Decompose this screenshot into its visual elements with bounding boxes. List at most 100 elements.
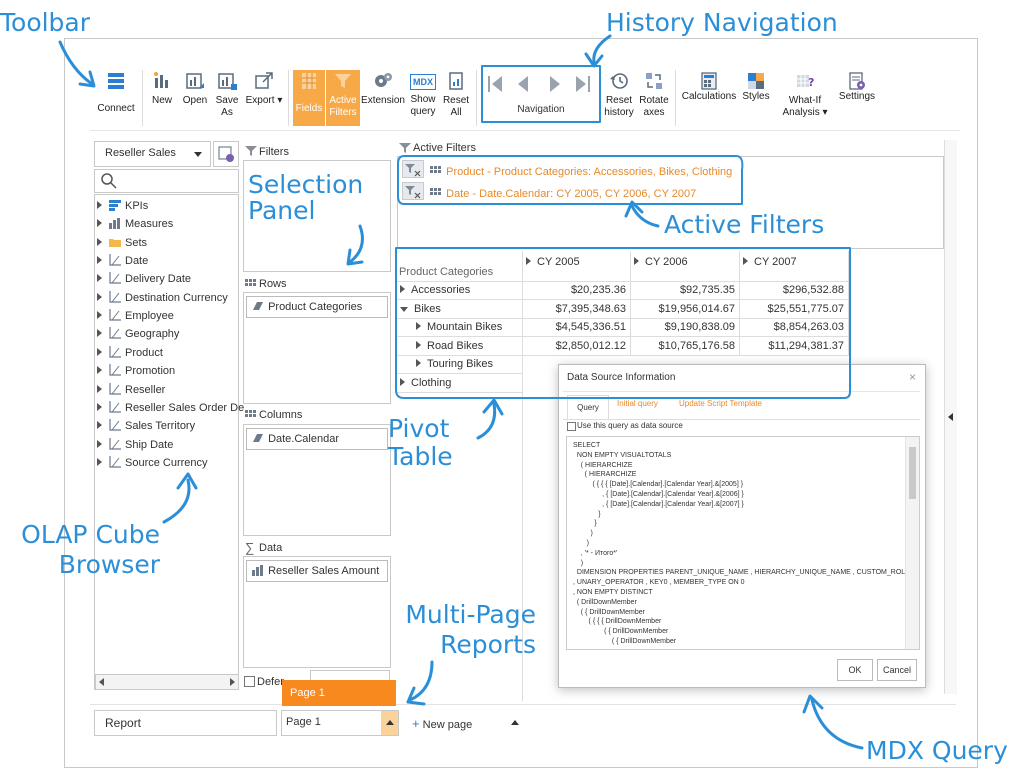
remove-filter-icon[interactable] bbox=[402, 160, 424, 178]
rotate-axes-button[interactable]: Rotate axes bbox=[637, 70, 671, 126]
expand-icon[interactable] bbox=[97, 457, 102, 466]
remove-filter-icon[interactable] bbox=[402, 182, 424, 200]
expand-icon[interactable] bbox=[400, 285, 405, 293]
pivot-row-label[interactable]: Clothing bbox=[400, 374, 451, 392]
back-icon[interactable] bbox=[518, 76, 528, 92]
close-icon[interactable]: × bbox=[909, 370, 916, 384]
active-filter-row-1[interactable]: Product - Product Categories: Accessorie… bbox=[402, 160, 732, 178]
pivot-row-label[interactable]: Accessories bbox=[400, 281, 470, 299]
cube-tree-item[interactable]: Delivery Date bbox=[97, 270, 191, 288]
side-panel-collapse[interactable] bbox=[944, 140, 957, 694]
expand-icon[interactable] bbox=[97, 237, 102, 246]
reset-all-button[interactable]: Reset All bbox=[441, 70, 471, 126]
open-button[interactable]: Open bbox=[180, 70, 210, 126]
expand-icon[interactable] bbox=[416, 340, 421, 349]
pivot-cell: $25,551,775.07 bbox=[767, 302, 844, 315]
cube-tree-item[interactable]: Product bbox=[97, 344, 163, 362]
pivot-column-header[interactable]: CY 2005 bbox=[526, 253, 580, 271]
code-scrollbar[interactable] bbox=[905, 437, 919, 649]
cube-tree-item[interactable]: Employee bbox=[97, 307, 174, 325]
pivot-row-label[interactable]: Bikes bbox=[400, 300, 441, 318]
expand-icon[interactable] bbox=[743, 257, 748, 265]
cube-tree-item[interactable]: Reseller bbox=[97, 381, 165, 399]
cube-tree-item[interactable]: Date bbox=[97, 252, 148, 270]
expand-icon[interactable] bbox=[97, 421, 102, 430]
active-filter-row-2[interactable]: Date - Date.Calendar: CY 2005, CY 2006, … bbox=[402, 182, 696, 200]
extension-button[interactable]: Extension bbox=[361, 70, 405, 126]
expand-icon[interactable] bbox=[97, 201, 102, 209]
what-if-icon: ? bbox=[797, 75, 814, 89]
mdx-query-textarea[interactable]: SELECT NON EMPTY VISUALTOTALS ( HIERARCH… bbox=[566, 436, 920, 650]
fields-button[interactable]: Fields bbox=[293, 70, 325, 126]
cube-select[interactable]: Reseller Sales bbox=[94, 141, 211, 167]
reset-history-button[interactable]: Reset history bbox=[602, 70, 636, 126]
pivot-row-label[interactable]: Mountain Bikes bbox=[416, 318, 502, 336]
grid-icon bbox=[430, 166, 442, 173]
expand-icon[interactable] bbox=[97, 292, 102, 301]
cube-tree-item[interactable]: Reseller Sales Order De bbox=[97, 399, 244, 417]
what-if-analysis-button[interactable]: ? What-If Analysis ▾ bbox=[776, 70, 834, 126]
first-icon[interactable] bbox=[488, 76, 502, 92]
expand-icon[interactable] bbox=[416, 359, 421, 367]
pivot-row-label[interactable]: Touring Bikes bbox=[416, 355, 493, 373]
cube-tree-item[interactable]: Measures bbox=[97, 215, 173, 233]
tab-query[interactable]: Query bbox=[567, 395, 609, 421]
expand-icon[interactable] bbox=[97, 329, 102, 338]
more-pages-icon[interactable] bbox=[511, 720, 519, 725]
forward-icon[interactable] bbox=[550, 76, 560, 92]
expand-icon[interactable] bbox=[416, 322, 421, 330]
cube-tree-item[interactable]: Sales Territory bbox=[97, 417, 195, 435]
rows-field-chip[interactable]: Product Categories bbox=[246, 296, 388, 318]
cube-search-input[interactable] bbox=[94, 169, 239, 193]
annotation-olap-2: Browser bbox=[58, 550, 160, 579]
expand-icon[interactable] bbox=[97, 384, 102, 393]
cancel-button[interactable]: Cancel bbox=[877, 659, 917, 681]
new-button[interactable]: New bbox=[148, 70, 176, 126]
page-popup-item[interactable]: Page 1 bbox=[282, 680, 396, 706]
report-name-field[interactable]: Report bbox=[94, 710, 277, 736]
settings-button[interactable]: Settings bbox=[836, 70, 878, 126]
use-query-checkbox[interactable] bbox=[567, 422, 576, 431]
data-field-chip[interactable]: Reseller Sales Amount bbox=[246, 560, 388, 582]
columns-field-chip[interactable]: Date.Calendar bbox=[246, 428, 388, 450]
cube-tree-item[interactable]: Geography bbox=[97, 325, 179, 343]
calculations-button[interactable]: Calculations bbox=[680, 70, 738, 126]
code-line: ( { DrillDownMember bbox=[573, 608, 645, 616]
expand-icon[interactable] bbox=[97, 219, 102, 228]
cube-settings-button[interactable] bbox=[213, 141, 239, 167]
expand-icon[interactable] bbox=[97, 439, 102, 448]
save-as-button[interactable]: Save As bbox=[212, 70, 242, 126]
expand-icon[interactable] bbox=[400, 377, 405, 386]
pivot-column-header[interactable]: CY 2006 bbox=[634, 253, 688, 271]
active-filters-button[interactable]: Active Filters bbox=[326, 70, 360, 126]
cube-tree-item[interactable]: Promotion bbox=[97, 362, 175, 380]
pivot-row-label[interactable]: Road Bikes bbox=[416, 337, 483, 355]
expand-icon[interactable] bbox=[97, 366, 102, 375]
tab-update-script[interactable]: Update Script Template bbox=[679, 399, 762, 408]
expand-icon[interactable] bbox=[97, 311, 102, 320]
new-page-button[interactable]: + New page bbox=[412, 716, 472, 731]
cube-tree-item[interactable]: Sets bbox=[97, 234, 147, 252]
cube-tree-item[interactable]: Destination Currency bbox=[97, 289, 228, 307]
expand-icon[interactable] bbox=[97, 347, 102, 356]
cube-tree-hscroll[interactable] bbox=[95, 674, 239, 690]
ok-button[interactable]: OK bbox=[837, 659, 873, 681]
styles-button[interactable]: Styles bbox=[740, 70, 772, 126]
defer-checkbox[interactable] bbox=[244, 676, 255, 687]
last-icon[interactable] bbox=[576, 76, 590, 92]
expand-icon[interactable] bbox=[634, 257, 639, 265]
pivot-column-header[interactable]: CY 2007 bbox=[743, 253, 797, 271]
expand-icon[interactable] bbox=[97, 402, 102, 411]
export-button[interactable]: Export ▾ bbox=[244, 70, 284, 126]
cube-tree-item[interactable]: Source Currency bbox=[97, 454, 208, 472]
cube-tree-item[interactable]: Ship Date bbox=[97, 436, 173, 454]
expand-icon[interactable] bbox=[526, 257, 531, 265]
expand-icon[interactable] bbox=[97, 274, 102, 283]
show-query-button[interactable]: MDX Show query bbox=[407, 70, 439, 126]
tab-initial-query[interactable]: Initial query bbox=[617, 399, 658, 408]
connect-button[interactable]: Connect bbox=[94, 70, 138, 126]
page-select[interactable]: Page 1 bbox=[281, 710, 399, 736]
expand-icon[interactable] bbox=[400, 306, 408, 312]
cube-tree-item[interactable]: KPIs bbox=[97, 197, 148, 215]
expand-icon[interactable] bbox=[97, 256, 102, 265]
